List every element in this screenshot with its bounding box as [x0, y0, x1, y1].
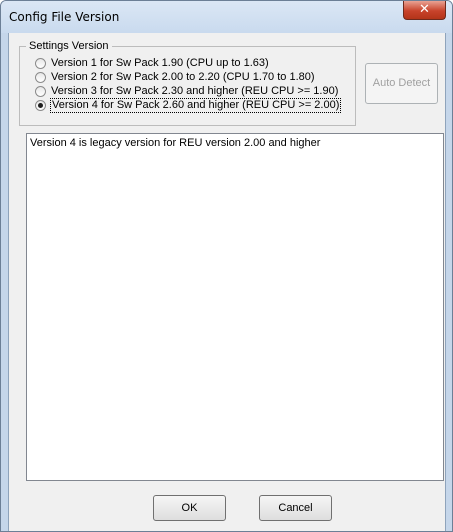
ok-button[interactable]: OK [153, 495, 226, 521]
cancel-button[interactable]: Cancel [259, 495, 332, 521]
close-icon: ✕ [419, 2, 430, 17]
radio-button-icon[interactable] [35, 86, 46, 97]
radio-button-icon[interactable] [35, 72, 46, 83]
radio-option-version-1[interactable]: Version 1 for Sw Pack 1.90 (CPU up to 1.… [35, 57, 269, 70]
radio-option-version-2[interactable]: Version 2 for Sw Pack 2.00 to 2.20 (CPU … [35, 71, 315, 84]
config-file-version-dialog: Config File Version ✕ Settings Version V… [0, 0, 453, 532]
close-button[interactable]: ✕ [403, 1, 446, 20]
description-text: Version 4 is legacy version for REU vers… [30, 137, 321, 149]
title-bar[interactable]: Config File Version ✕ [1, 1, 452, 33]
radio-button-icon[interactable] [35, 58, 46, 69]
description-text-area[interactable]: Version 4 is legacy version for REU vers… [26, 133, 444, 481]
auto-detect-button[interactable]: Auto Detect [365, 63, 438, 104]
window-title: Config File Version [9, 10, 120, 24]
settings-version-label: Settings Version [26, 39, 112, 53]
radio-label-version-4: Version 4 for Sw Pack 2.60 and higher (R… [49, 98, 342, 113]
radio-option-version-3[interactable]: Version 3 for Sw Pack 2.30 and higher (R… [35, 85, 338, 98]
radio-label-version-2: Version 2 for Sw Pack 2.00 to 2.20 (CPU … [51, 71, 315, 83]
radio-option-version-4[interactable]: Version 4 for Sw Pack 2.60 and higher (R… [35, 98, 342, 113]
radio-button-selected-icon[interactable] [35, 100, 46, 111]
radio-label-version-1: Version 1 for Sw Pack 1.90 (CPU up to 1.… [51, 57, 269, 69]
radio-label-version-3: Version 3 for Sw Pack 2.30 and higher (R… [51, 85, 339, 97]
